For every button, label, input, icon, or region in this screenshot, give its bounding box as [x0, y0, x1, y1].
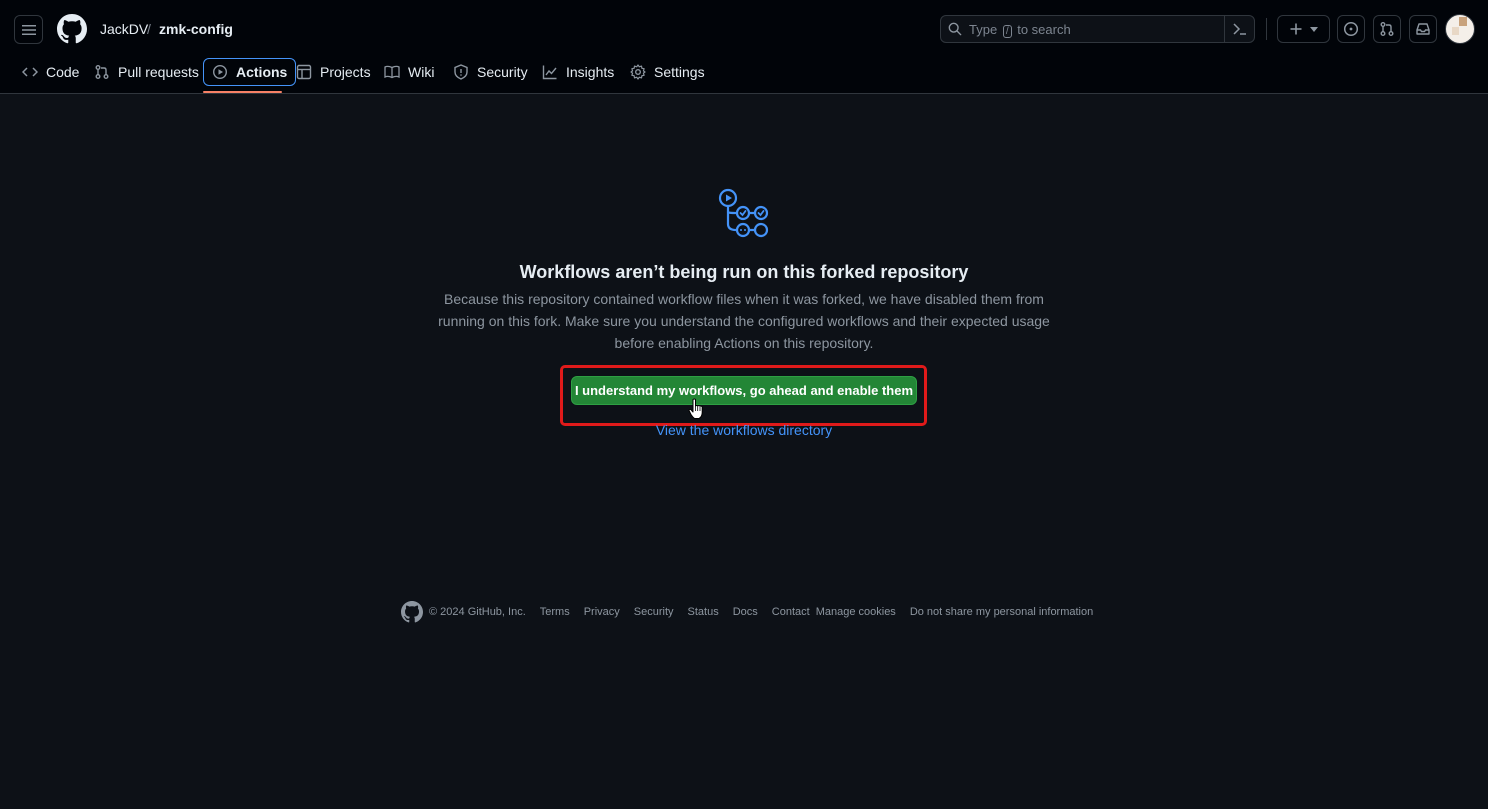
- pull-requests-button[interactable]: [1373, 15, 1401, 43]
- breadcrumb-separator: /: [147, 21, 151, 37]
- gear-icon: [630, 64, 646, 80]
- terminal-icon: [1232, 23, 1246, 35]
- tab-label: Pull requests: [118, 64, 199, 80]
- book-icon: [384, 65, 400, 79]
- create-new-button[interactable]: [1277, 15, 1330, 43]
- footer-link-manage-cookies[interactable]: Manage cookies: [816, 606, 896, 618]
- top-bar: JackDV / zmk-config Type / to search: [0, 0, 1488, 58]
- footer-link-contact[interactable]: Contact: [772, 606, 810, 618]
- active-tab-indicator: [203, 91, 282, 93]
- tab-label: Security: [477, 64, 528, 80]
- user-avatar[interactable]: [1445, 14, 1475, 44]
- inbox-button[interactable]: [1409, 15, 1437, 43]
- workflow-icon: [718, 188, 769, 238]
- inbox-icon: [1416, 23, 1430, 35]
- app-header: JackDV / zmk-config Type / to search Cod…: [0, 0, 1488, 94]
- footer-copyright: © 2024 GitHub, Inc.: [429, 606, 526, 618]
- git-pull-request-icon: [1380, 22, 1394, 36]
- tab-label: Insights: [566, 64, 615, 80]
- header-divider: [1266, 18, 1267, 40]
- search-placeholder-prefix: Type: [969, 22, 998, 37]
- footer-link-docs[interactable]: Docs: [733, 606, 758, 618]
- search-placeholder: Type / to search: [969, 22, 1071, 38]
- tab-label: Wiki: [408, 64, 435, 80]
- search-placeholder-suffix: to search: [1017, 22, 1071, 37]
- search-icon: [948, 22, 962, 36]
- tab-label: Actions: [236, 64, 288, 80]
- graph-icon: [542, 65, 557, 80]
- footer-link-terms[interactable]: Terms: [540, 606, 570, 618]
- footer-link-do-not-share[interactable]: Do not share my personal information: [910, 606, 1093, 618]
- tab-code[interactable]: Code: [14, 58, 87, 86]
- triangle-down-icon: [1309, 26, 1318, 32]
- hand-cursor-icon: [688, 398, 703, 419]
- command-palette-button[interactable]: [1224, 16, 1254, 42]
- shield-icon: [454, 64, 468, 80]
- footer-link-privacy[interactable]: Privacy: [584, 606, 620, 618]
- footer-link-security[interactable]: Security: [634, 606, 674, 618]
- search-input[interactable]: Type / to search: [940, 15, 1255, 43]
- page-description: Because this repository contained workfl…: [438, 291, 1050, 351]
- tab-projects[interactable]: Projects: [288, 58, 379, 86]
- tab-wiki[interactable]: Wiki: [376, 58, 442, 86]
- tab-security[interactable]: Security: [445, 58, 536, 86]
- github-logo-icon[interactable]: [57, 14, 87, 44]
- repo-nav-tabs: Code Pull requests Actions Projects Wiki…: [0, 58, 1488, 94]
- hamburger-menu-button[interactable]: [14, 15, 43, 44]
- issues-button[interactable]: [1337, 15, 1365, 43]
- tab-actions[interactable]: Actions: [203, 58, 297, 86]
- page-title: Workflows aren’t being run on this forke…: [519, 262, 969, 282]
- hamburger-icon: [21, 24, 36, 35]
- tab-insights[interactable]: Insights: [534, 58, 622, 86]
- tab-label: Projects: [320, 64, 371, 80]
- enable-workflows-button[interactable]: I understand my workflows, go ahead and …: [571, 376, 917, 405]
- tab-label: Code: [46, 64, 80, 80]
- breadcrumb-repo-link[interactable]: zmk-config: [159, 21, 233, 37]
- tab-label: Settings: [654, 64, 705, 80]
- issue-opened-icon: [1343, 21, 1359, 37]
- table-icon: [296, 64, 312, 80]
- play-icon: [212, 64, 228, 80]
- github-logo-icon[interactable]: [401, 601, 423, 623]
- tab-settings[interactable]: Settings: [622, 58, 713, 86]
- footer: © 2024 GitHub, Inc. Terms Privacy Securi…: [401, 601, 1093, 623]
- git-pull-request-icon: [95, 65, 109, 79]
- search-shortcut-key: /: [1002, 25, 1012, 38]
- code-icon: [22, 67, 38, 77]
- view-workflows-directory-link[interactable]: View the workflows directory: [0, 422, 1488, 438]
- tab-pull-requests[interactable]: Pull requests: [86, 58, 207, 86]
- breadcrumb-owner-link[interactable]: JackDV: [100, 21, 148, 37]
- plus-icon: [1290, 23, 1301, 35]
- footer-link-status[interactable]: Status: [688, 606, 719, 618]
